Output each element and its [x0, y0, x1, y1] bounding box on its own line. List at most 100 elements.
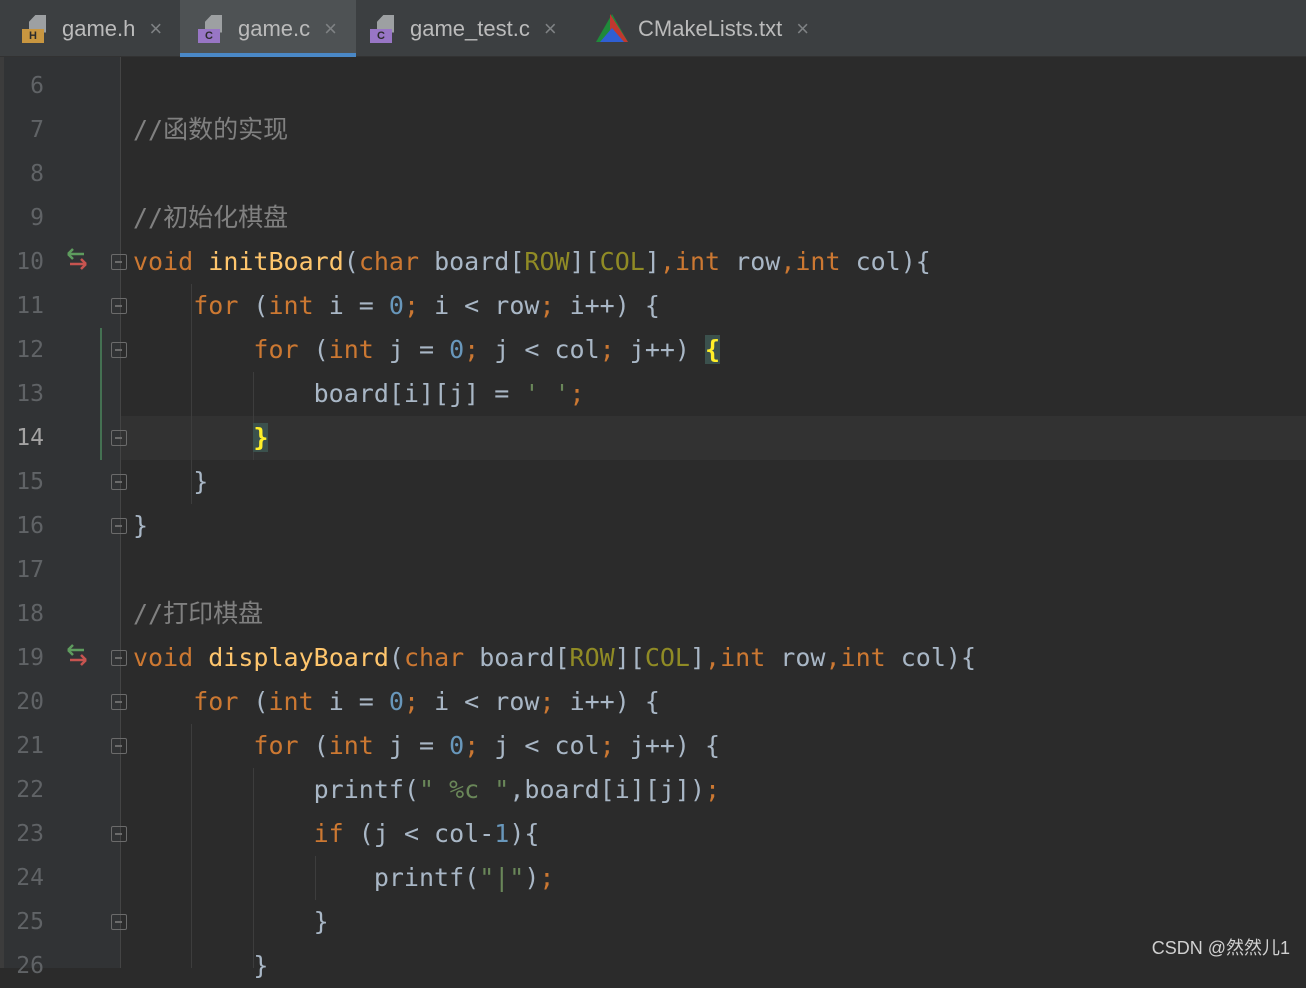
- c-source-file-icon: C: [198, 13, 228, 45]
- line-number: 25: [16, 909, 44, 935]
- line-number: 20: [16, 689, 44, 715]
- function-call: printf: [313, 775, 404, 804]
- keyword: if: [313, 819, 344, 848]
- number-literal: 0: [388, 291, 404, 320]
- comment: //初始化棋盘: [133, 203, 289, 232]
- code-line[interactable]: 23 if (j < col-1){: [0, 812, 1306, 856]
- close-icon[interactable]: ×: [796, 16, 809, 42]
- code-line[interactable]: 12 for (int j = 0; j < col; j++) {: [0, 328, 1306, 372]
- tab-cmakelists[interactable]: CMakeLists.txt ×: [596, 0, 826, 57]
- fold-icon[interactable]: [111, 298, 127, 314]
- tab-label: CMakeLists.txt: [638, 15, 783, 41]
- matched-brace: }: [253, 423, 269, 452]
- fold-icon[interactable]: [111, 474, 127, 490]
- keyword: int: [328, 731, 374, 760]
- comment: //函数的实现: [133, 115, 289, 144]
- keyword: int: [328, 335, 374, 364]
- fold-icon[interactable]: [111, 650, 127, 666]
- close-icon[interactable]: ×: [324, 16, 337, 42]
- line-number: 6: [30, 73, 44, 99]
- fold-icon[interactable]: [111, 914, 127, 930]
- line-number: 19: [16, 645, 44, 671]
- function-name: initBoard: [208, 247, 344, 276]
- code-line[interactable]: 18 //打印棋盘: [0, 592, 1306, 636]
- code-line[interactable]: 6: [0, 64, 1306, 108]
- fold-icon[interactable]: [111, 254, 127, 270]
- implementation-navigation-icon[interactable]: [66, 246, 88, 272]
- keyword: void: [133, 247, 194, 276]
- code-line[interactable]: 15 }: [0, 460, 1306, 504]
- fold-icon[interactable]: [111, 430, 127, 446]
- keyword: int: [795, 247, 841, 276]
- line-number: 26: [16, 953, 44, 979]
- line-number: 12: [16, 337, 44, 363]
- macro: COL: [599, 247, 645, 276]
- code-line[interactable]: 21 for (int j = 0; j < col; j++) {: [0, 724, 1306, 768]
- line-number: 21: [16, 733, 44, 759]
- line-number: 22: [16, 777, 44, 803]
- fold-icon[interactable]: [111, 518, 127, 534]
- code-line[interactable]: 25 }: [0, 900, 1306, 944]
- fold-icon[interactable]: [111, 694, 127, 710]
- keyword: int: [268, 291, 314, 320]
- code-editor[interactable]: 6 7 //函数的实现 8 9 //初始化棋盘 10 void initBoar…: [0, 57, 1306, 980]
- line-number: 9: [30, 205, 44, 231]
- code-line[interactable]: 11 for (int i = 0; i < row; i++) {: [0, 284, 1306, 328]
- close-icon[interactable]: ×: [544, 16, 557, 42]
- function-name: displayBoard: [208, 643, 389, 672]
- fold-icon[interactable]: [111, 738, 127, 754]
- tab-game-h[interactable]: H game.h ×: [18, 0, 184, 57]
- code-line[interactable]: 19 void displayBoard(char board[ROW][COL…: [0, 636, 1306, 680]
- keyword: int: [268, 687, 314, 716]
- fold-icon[interactable]: [111, 342, 127, 358]
- keyword: int: [674, 247, 721, 276]
- keyword: for: [193, 687, 239, 716]
- code-line[interactable]: 24 printf("|");: [0, 856, 1306, 900]
- line-number: 15: [16, 469, 44, 495]
- comment: //打印棋盘: [133, 599, 264, 628]
- macro: ROW: [569, 643, 615, 672]
- c-header-file-icon: H: [22, 13, 52, 45]
- code-line[interactable]: 13 board[i][j] = ' ';: [0, 372, 1306, 416]
- keyword: int: [840, 643, 886, 672]
- code-line-current[interactable]: 14 }: [0, 416, 1306, 460]
- string-literal: ": [419, 775, 435, 804]
- number-literal: 0: [449, 731, 465, 760]
- fold-icon[interactable]: [111, 826, 127, 842]
- line-number: 23: [16, 821, 44, 847]
- string-literal: %c: [434, 775, 495, 804]
- code-line[interactable]: 20 for (int i = 0; i < row; i++) {: [0, 680, 1306, 724]
- close-icon[interactable]: ×: [149, 16, 162, 42]
- line-number: 14: [16, 425, 44, 451]
- code-line[interactable]: 10 void initBoard(char board[ROW][COL],i…: [0, 240, 1306, 284]
- code-line[interactable]: 17: [0, 548, 1306, 592]
- keyword: char: [358, 247, 420, 276]
- tab-game-c[interactable]: C game.c ×: [180, 0, 356, 57]
- string-literal: ": [494, 775, 510, 804]
- code-line[interactable]: 22 printf(" %c ",board[i][j]);: [0, 768, 1306, 812]
- code-line[interactable]: 26 }: [0, 944, 1306, 988]
- c-source-file-icon: C: [370, 13, 400, 45]
- implementation-navigation-icon[interactable]: [66, 642, 88, 668]
- line-number: 10: [16, 249, 44, 275]
- keyword: for: [193, 291, 239, 320]
- tab-label: game.h: [62, 15, 136, 41]
- line-number: 16: [16, 513, 44, 539]
- keyword: char: [403, 643, 465, 672]
- code-line[interactable]: 16 }: [0, 504, 1306, 548]
- line-number: 13: [16, 381, 44, 407]
- code-line[interactable]: 9 //初始化棋盘: [0, 196, 1306, 240]
- code-line[interactable]: 7 //函数的实现: [0, 108, 1306, 152]
- keyword: int: [720, 643, 766, 672]
- tab-game-test-c[interactable]: C game_test.c ×: [370, 0, 580, 57]
- tab-label: game_test.c: [410, 15, 530, 41]
- watermark: CSDN @然然儿1: [1151, 938, 1290, 958]
- number-literal: 0: [449, 335, 465, 364]
- line-number: 7: [30, 117, 44, 143]
- code-line[interactable]: 8: [0, 152, 1306, 196]
- function-call: printf: [373, 863, 465, 892]
- keyword: for: [253, 335, 299, 364]
- string-literal: "|": [479, 863, 525, 892]
- number-literal: 1: [494, 819, 510, 848]
- line-number: 24: [16, 865, 44, 891]
